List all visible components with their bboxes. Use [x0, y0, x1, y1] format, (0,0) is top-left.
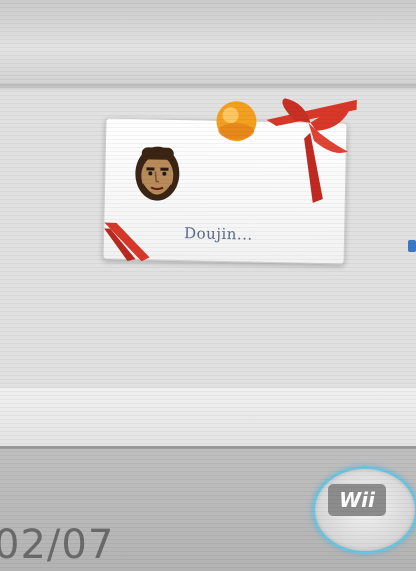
mii-avatar-icon — [135, 146, 180, 201]
message-card[interactable]: Doujin... — [102, 98, 357, 265]
top-band — [0, 0, 416, 88]
wii-button-label: Wii — [328, 484, 386, 516]
gift-bow-icon — [216, 98, 357, 203]
ribbon-corner-icon — [104, 222, 150, 262]
date-display: 02/07 — [0, 522, 115, 568]
sender-label: Doujin... — [183, 224, 253, 244]
next-page-marker[interactable] — [408, 240, 416, 252]
divider-strip — [0, 388, 416, 446]
